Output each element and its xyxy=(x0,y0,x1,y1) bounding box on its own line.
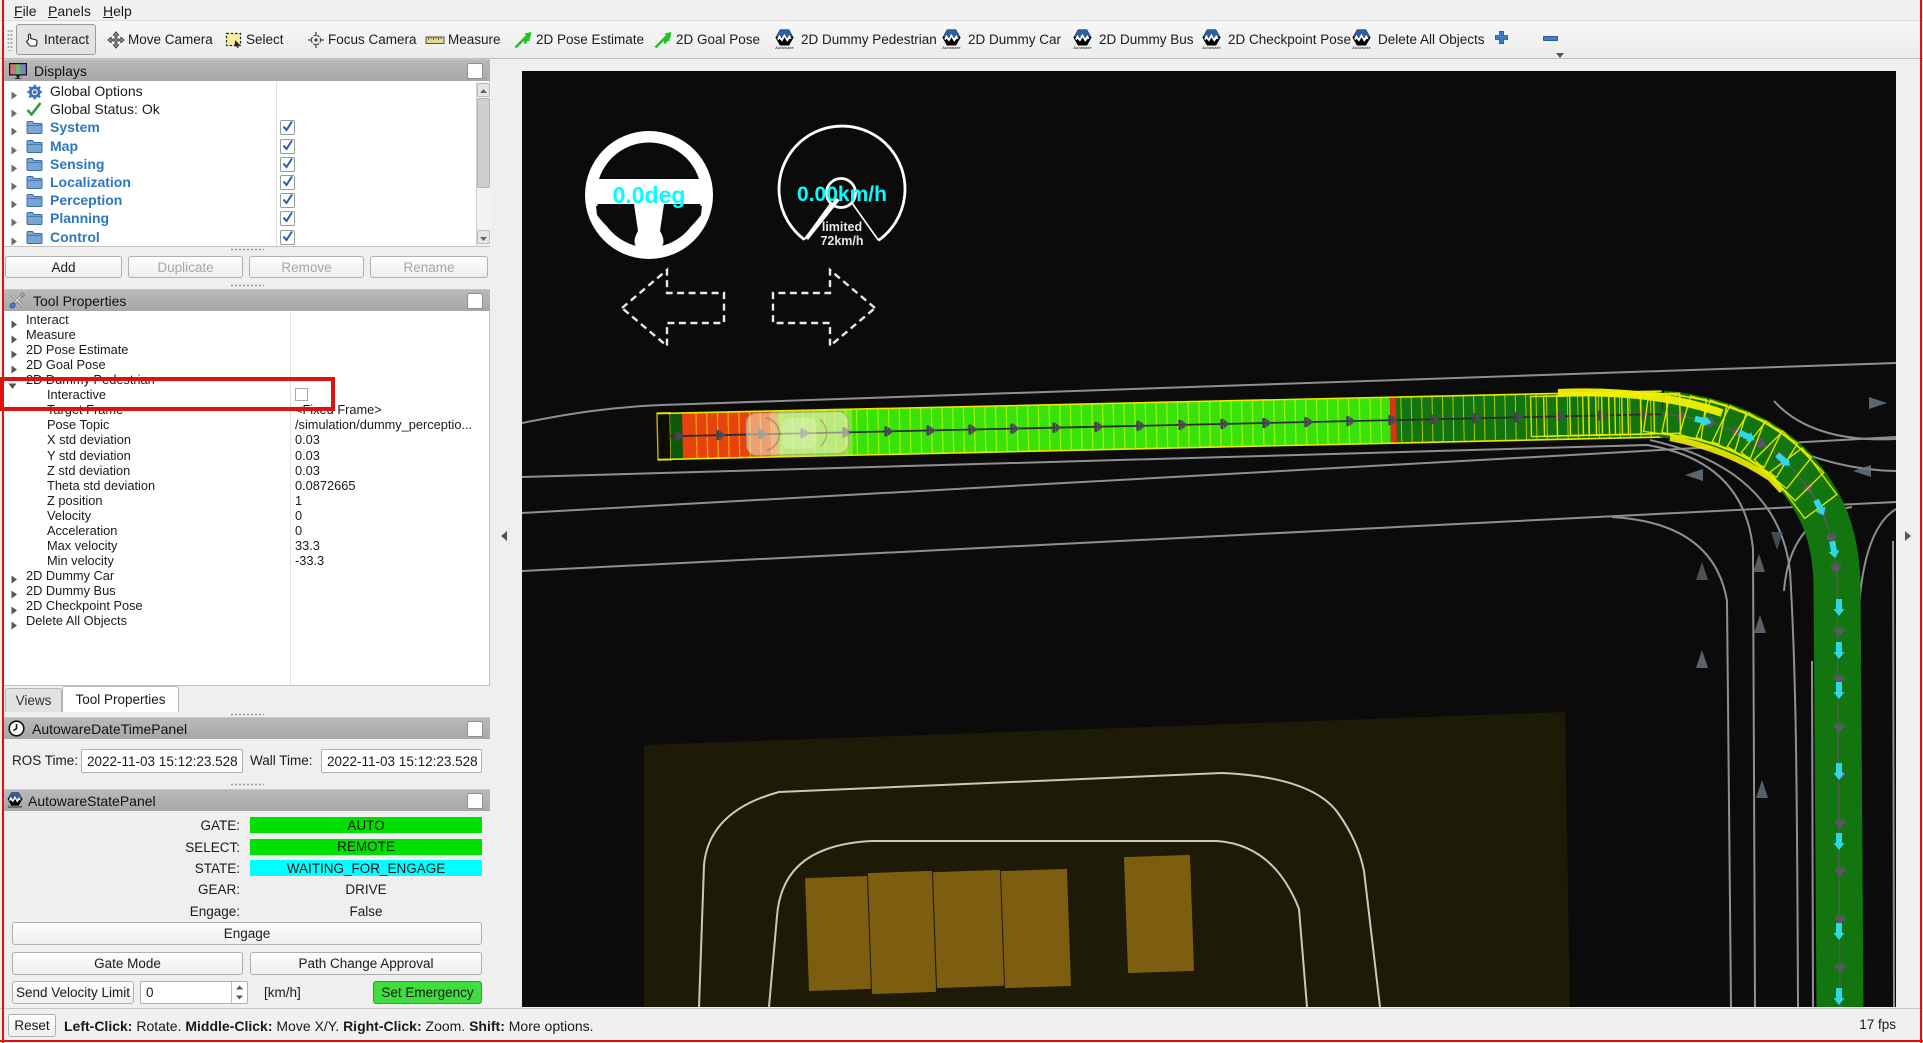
svg-text:0.0deg: 0.0deg xyxy=(613,182,686,208)
svg-text:0.00km/h: 0.00km/h xyxy=(797,183,887,206)
svg-text:72km/h: 72km/h xyxy=(820,234,863,248)
svg-text:limited: limited xyxy=(822,220,862,234)
